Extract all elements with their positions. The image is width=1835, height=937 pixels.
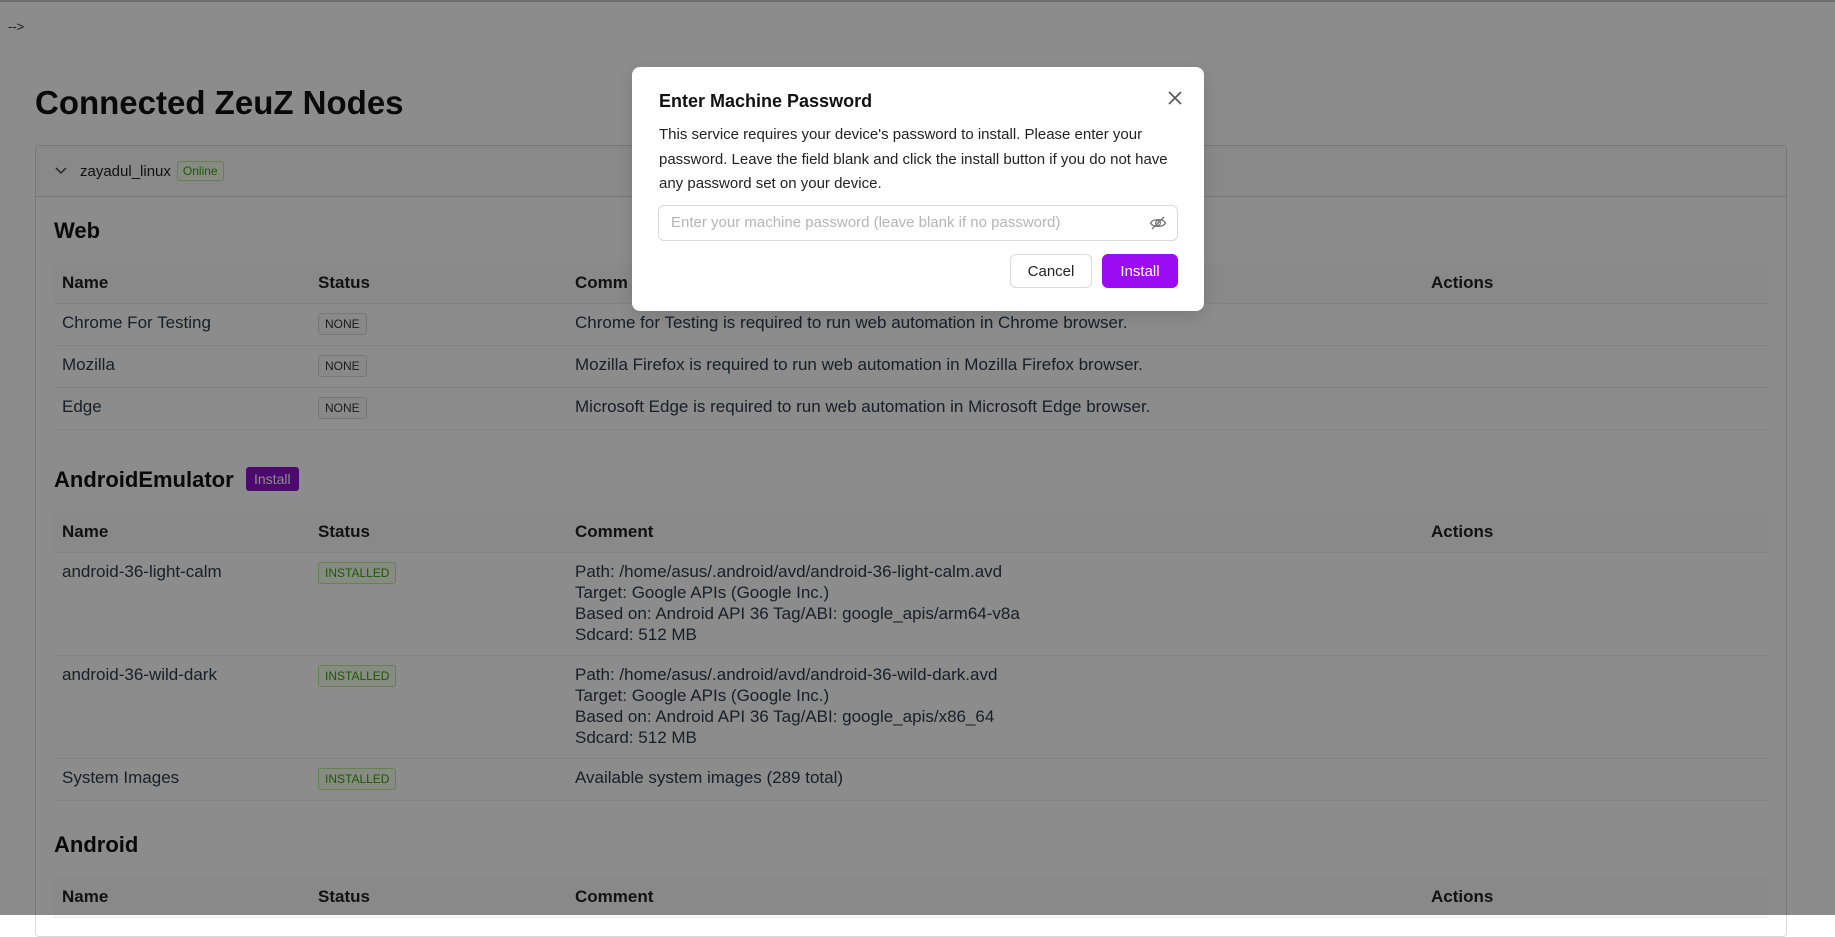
modal-title: Enter Machine Password	[659, 91, 873, 111]
modal-description: This service requires your device's pass…	[659, 126, 1168, 192]
cancel-button[interactable]: Cancel	[1010, 254, 1092, 288]
password-input[interactable]	[659, 206, 1153, 238]
close-icon[interactable]	[1164, 87, 1186, 109]
password-field[interactable]	[658, 205, 1178, 241]
eye-slash-icon[interactable]	[1149, 215, 1167, 231]
password-modal: Enter Machine Password This service requ…	[632, 67, 1204, 311]
install-button[interactable]: Install	[1102, 254, 1178, 288]
